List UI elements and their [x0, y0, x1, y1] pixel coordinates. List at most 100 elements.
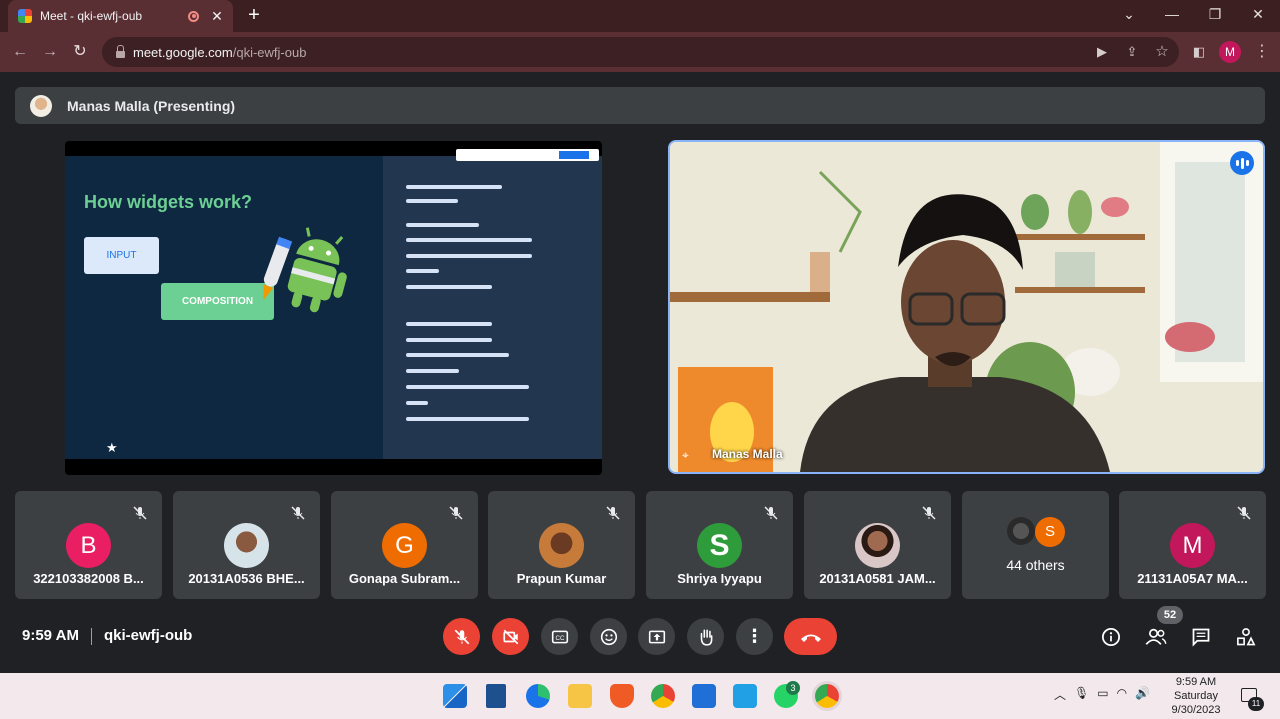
- participant-name: 21131A05A7 MA...: [1137, 571, 1248, 586]
- slide-left-panel: How widgets work? INPUT COMPOSITION ★: [65, 156, 383, 459]
- stop-sharing-button[interactable]: [559, 151, 589, 159]
- bookmark-star-icon[interactable]: ☆: [1153, 44, 1171, 60]
- code-line: [406, 223, 479, 227]
- restore-button[interactable]: ❐: [1193, 0, 1237, 30]
- whatsapp-badge: 3: [786, 681, 800, 695]
- avatar: [539, 523, 584, 568]
- avatar: [1007, 517, 1035, 545]
- participant-tile[interactable]: Prapun Kumar: [488, 491, 635, 599]
- code-line: [406, 353, 509, 357]
- sparkle-icon: ★: [106, 440, 118, 455]
- file-explorer-icon[interactable]: [568, 684, 592, 708]
- share-icon[interactable]: ⇪: [1123, 44, 1141, 60]
- new-tab-button[interactable]: +: [244, 5, 264, 25]
- speaker-video[interactable]: ⌖ Manas Malla: [668, 140, 1265, 474]
- participant-tile[interactable]: B 322103382008 B...: [15, 491, 162, 599]
- emoji-icon: [600, 628, 617, 645]
- activities-button[interactable]: [1234, 625, 1258, 649]
- vscode-icon[interactable]: [733, 684, 757, 708]
- mic-off-icon: [449, 506, 463, 520]
- info-icon: [1102, 628, 1120, 646]
- system-time: 9:59 AM: [1175, 676, 1217, 688]
- reload-icon[interactable]: ↻: [68, 40, 92, 64]
- participant-name: Prapun Kumar: [516, 571, 607, 586]
- svg-text:CC: CC: [555, 634, 564, 641]
- start-button[interactable]: [443, 684, 467, 708]
- participant-name: 20131A0581 JAM...: [819, 571, 936, 586]
- present-now-button[interactable]: [638, 618, 675, 655]
- leave-call-button[interactable]: [784, 618, 837, 655]
- participant-tile[interactable]: 20131A0581 JAM...: [804, 491, 951, 599]
- back-arrow-icon[interactable]: ←: [8, 40, 32, 64]
- battery-icon[interactable]: ▭: [1097, 686, 1108, 703]
- captions-button[interactable]: CC: [541, 618, 578, 655]
- mic-toggle-button[interactable]: [443, 618, 480, 655]
- address-bar[interactable]: meet.google.com/qki-ewfj-oub: [102, 37, 1179, 67]
- divider: [91, 628, 92, 645]
- minimize-button[interactable]: —: [1150, 0, 1194, 30]
- notepad-icon[interactable]: [486, 684, 506, 708]
- code-line: [406, 385, 529, 389]
- participant-tile[interactable]: M 21131A05A7 MA...: [1119, 491, 1266, 599]
- store-icon[interactable]: [692, 684, 716, 708]
- avatar: S: [1035, 517, 1065, 547]
- activities-icon: [1237, 628, 1256, 646]
- browser-tab[interactable]: Meet - qki-ewfj-oub ✕: [8, 0, 233, 32]
- chat-button[interactable]: [1189, 625, 1213, 649]
- avatar: G: [382, 523, 427, 568]
- code-line: [406, 238, 532, 242]
- code-line: [406, 401, 428, 405]
- participant-tile[interactable]: 20131A0536 BHE...: [173, 491, 320, 599]
- side-panel-icon[interactable]: ◧: [1190, 44, 1208, 60]
- mic-off-icon: [764, 506, 778, 520]
- sharing-banner: [456, 149, 599, 161]
- video-name-label: Manas Malla: [712, 447, 783, 461]
- camera-icon[interactable]: ▶: [1093, 44, 1111, 60]
- present-icon: [648, 630, 665, 643]
- brave-icon[interactable]: [610, 684, 634, 708]
- presenter-avatar: [30, 94, 52, 117]
- hand-icon: [700, 628, 712, 646]
- presenter-label: Manas Malla (Presenting): [67, 97, 236, 114]
- camera-off-icon: [502, 629, 518, 644]
- system-clock[interactable]: 9:59 AM Saturday 9/30/2023: [1165, 675, 1227, 717]
- raise-hand-button[interactable]: [687, 618, 724, 655]
- people-button[interactable]: [1144, 625, 1168, 649]
- chevron-up-icon[interactable]: ︿: [1054, 686, 1066, 703]
- others-tile[interactable]: S 44 others: [962, 491, 1109, 599]
- people-icon: [1145, 628, 1167, 645]
- participant-name: Shriya Iyyapu: [677, 571, 762, 586]
- mic-off-icon: [1237, 506, 1251, 520]
- tab-search-icon[interactable]: ⌄: [1107, 0, 1151, 30]
- close-window-button[interactable]: ✕: [1236, 0, 1280, 30]
- edge-icon[interactable]: [526, 684, 550, 708]
- chrome-menu-icon[interactable]: ⋮: [1254, 42, 1270, 62]
- participant-tile[interactable]: S Shriya Iyyapu: [646, 491, 793, 599]
- meeting-code: qki-ewfj-oub: [104, 627, 193, 644]
- wifi-icon[interactable]: ◠: [1117, 686, 1127, 703]
- input-box: INPUT: [84, 237, 159, 274]
- more-options-button[interactable]: ⋮: [736, 618, 773, 655]
- profile-avatar[interactable]: M: [1219, 41, 1241, 63]
- notification-badge: 11: [1248, 697, 1264, 711]
- avatar: B: [66, 523, 111, 568]
- participant-count-badge: 52: [1157, 606, 1183, 624]
- pin-icon[interactable]: ⌖: [682, 448, 694, 462]
- camera-toggle-button[interactable]: [492, 618, 529, 655]
- meeting-details-icon[interactable]: [1099, 625, 1123, 649]
- close-tab-icon[interactable]: ✕: [211, 8, 223, 25]
- chrome-icon[interactable]: [651, 684, 675, 708]
- participant-tile[interactable]: G Gonapa Subram...: [331, 491, 478, 599]
- mic-off-icon: [133, 506, 147, 520]
- chrome-active-icon[interactable]: [815, 684, 839, 708]
- volume-icon[interactable]: 🔊: [1135, 686, 1150, 703]
- code-line: [406, 338, 492, 342]
- microphone-icon[interactable]: 🎙: [1074, 686, 1089, 703]
- code-line: [406, 254, 532, 258]
- shared-screen[interactable]: How widgets work? INPUT COMPOSITION ★: [65, 141, 602, 475]
- avatar: S: [697, 523, 742, 568]
- code-line: [406, 322, 492, 326]
- emoji-reaction-button[interactable]: [590, 618, 627, 655]
- code-line: [406, 185, 502, 189]
- forward-arrow-icon[interactable]: →: [38, 40, 62, 64]
